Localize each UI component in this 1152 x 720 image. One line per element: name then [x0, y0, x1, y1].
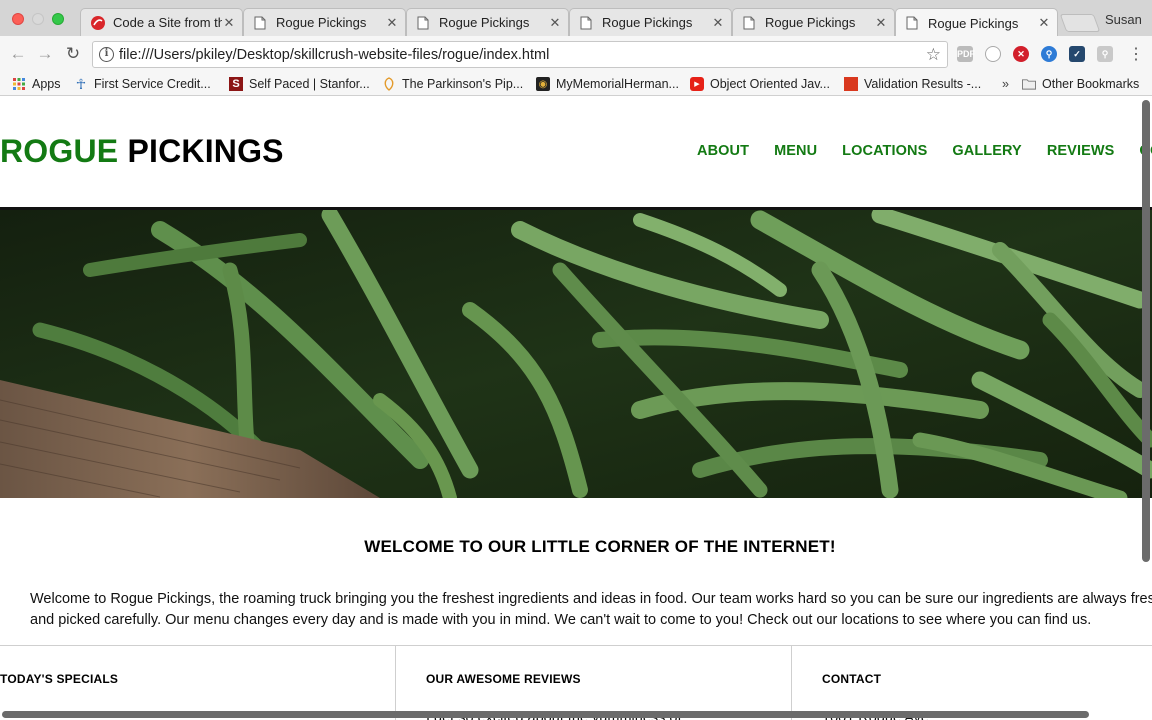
bookmark-label: Apps — [32, 77, 61, 91]
close-tab-icon[interactable]: ✕ — [548, 15, 562, 31]
bookmark-validation[interactable]: Validation Results -... — [844, 75, 981, 93]
site-navigation: ABOUT MENU LOCATIONS GALLERY REVIEWS CON… — [697, 143, 1152, 159]
youtube-icon: ▶ — [690, 77, 704, 91]
back-icon[interactable]: ← — [8, 44, 28, 64]
close-window-button[interactable] — [12, 13, 24, 25]
skillcrush-icon — [91, 15, 105, 30]
logo-rogue: ROGUE — [0, 133, 119, 169]
close-tab-icon[interactable]: ✕ — [222, 15, 236, 31]
tab-title: Rogue Pickings — [602, 15, 693, 30]
info-icon[interactable]: i — [99, 47, 114, 62]
bookmarks-overflow-button[interactable]: » — [1002, 75, 1009, 93]
tab-rogue-pickings-active[interactable]: Rogue Pickings ✕ — [895, 8, 1058, 37]
bookmark-apps[interactable]: Apps — [12, 75, 61, 93]
page-icon — [580, 16, 594, 30]
new-tab-button[interactable] — [1059, 14, 1101, 32]
zoom-ext-icon[interactable]: ⚲ — [1097, 46, 1113, 62]
bookmark-parkinsons[interactable]: The Parkinson's Pip... — [382, 75, 523, 93]
specials-heading: TODAY'S SPECIALS — [0, 672, 119, 686]
tab-title: Rogue Pickings — [276, 15, 367, 30]
bookmark-label: MyMemorialHerman... — [556, 77, 679, 91]
close-tab-icon[interactable]: ✕ — [874, 15, 888, 31]
page-icon — [743, 16, 757, 30]
bookmark-first-service[interactable]: ☥ First Service Credit... — [74, 75, 211, 93]
forward-icon[interactable]: → — [35, 44, 55, 64]
memorial-icon: ◉ — [536, 77, 550, 91]
bookmark-label: The Parkinson's Pip... — [402, 77, 524, 91]
tab-rogue-pickings[interactable]: Rogue Pickings ✕ — [732, 8, 895, 36]
browser-menu-icon[interactable]: ⋮ — [1128, 44, 1144, 64]
profile-name[interactable]: Susan — [1105, 12, 1142, 27]
address-bar[interactable]: i ☆ — [92, 41, 948, 68]
nav-menu[interactable]: MENU — [774, 143, 817, 159]
bookmark-label: Object Oriented Jav... — [710, 77, 830, 91]
contact-column: CONTACT 1001 Rogue Ave — [791, 646, 1152, 720]
circle-icon[interactable] — [985, 46, 1001, 62]
vertical-scrollbar[interactable] — [1142, 100, 1150, 562]
close-tab-icon[interactable]: ✕ — [711, 15, 725, 31]
validation-icon — [844, 77, 858, 91]
logo-pickings: PICKINGS — [127, 133, 284, 169]
tab-title: Rogue Pickings — [439, 15, 530, 30]
pdf-icon[interactable]: PDF — [957, 46, 975, 62]
bookmark-label: Self Paced | Stanfor... — [249, 77, 370, 91]
tab-code-a-site[interactable]: Code a Site from th ✕ — [80, 8, 243, 36]
bookmark-object-oriented[interactable]: ▶ Object Oriented Jav... — [690, 75, 830, 93]
hero-image-green-beans — [0, 207, 1152, 498]
tab-strip: Code a Site from th ✕ Rogue Pickings ✕ R… — [0, 0, 1152, 37]
reviews-heading: OUR AWESOME REVIEWS — [426, 672, 581, 686]
check-ext-icon[interactable]: ✓ — [1069, 46, 1085, 62]
zoom-window-button[interactable] — [52, 13, 64, 25]
bookmark-stanford[interactable]: S Self Paced | Stanfor... — [229, 75, 370, 93]
browser-toolbar: ← → ↻ i ☆ PDF ✕ ⚲ ✓ ⚲ ⋮ — [0, 36, 1152, 73]
minimize-window-button[interactable] — [32, 13, 44, 25]
reviews-column: OUR AWESOME REVIEWS I get so excited abo… — [395, 646, 791, 720]
apps-grid-icon — [12, 77, 26, 91]
tulip-icon — [382, 77, 396, 91]
stanford-icon: S — [229, 77, 243, 91]
nav-locations[interactable]: LOCATIONS — [842, 143, 927, 159]
tab-title: Rogue Pickings — [928, 15, 1019, 31]
person-icon: ☥ — [75, 75, 87, 92]
page-icon — [417, 16, 431, 30]
folder-icon — [1022, 77, 1036, 91]
contact-heading: CONTACT — [822, 672, 882, 686]
horizontal-scrollbar[interactable] — [2, 711, 1089, 718]
specials-column: TODAY'S SPECIALS — [0, 646, 395, 720]
close-tab-icon[interactable]: ✕ — [385, 15, 399, 31]
adblock-icon[interactable]: ✕ — [1013, 46, 1029, 62]
info-columns: TODAY'S SPECIALS OUR AWESOME REVIEWS I g… — [0, 645, 1152, 720]
tab-rogue-pickings[interactable]: Rogue Pickings ✕ — [406, 8, 569, 36]
bookmark-memorial-hermann[interactable]: ◉ MyMemorialHerman... — [536, 75, 679, 93]
close-tab-icon[interactable]: ✕ — [1037, 15, 1051, 31]
bookmark-label: First Service Credit... — [94, 77, 211, 91]
bookmarks-bar: Apps ☥ First Service Credit... S Self Pa… — [0, 73, 1152, 96]
welcome-heading: WELCOME TO OUR LITTLE CORNER OF THE INTE… — [364, 537, 836, 556]
other-bookmarks[interactable]: Other Bookmarks — [1022, 75, 1139, 93]
site-logo[interactable]: ROGUE PICKINGS — [0, 133, 284, 170]
tab-rogue-pickings[interactable]: Rogue Pickings ✕ — [243, 8, 406, 36]
nav-reviews[interactable]: REVIEWS — [1047, 143, 1115, 159]
tab-title: Rogue Pickings — [765, 15, 856, 30]
bookmark-label: Validation Results -... — [864, 77, 982, 91]
page-icon — [254, 16, 268, 30]
bookmark-label: Other Bookmarks — [1042, 77, 1140, 91]
search-ext-icon[interactable]: ⚲ — [1041, 46, 1057, 62]
page-viewport: ROGUE PICKINGS ABOUT MENU LOCATIONS GALL… — [0, 97, 1152, 720]
bookmark-star-icon[interactable]: ☆ — [926, 45, 941, 65]
reload-icon[interactable]: ↻ — [63, 44, 83, 64]
url-input[interactable] — [119, 45, 919, 65]
nav-gallery[interactable]: GALLERY — [952, 143, 1021, 159]
nav-about[interactable]: ABOUT — [697, 143, 749, 159]
tab-rogue-pickings[interactable]: Rogue Pickings ✕ — [569, 8, 732, 36]
page-icon — [906, 16, 920, 30]
welcome-paragraph: Welcome to Rogue Pickings, the roaming t… — [30, 591, 1152, 628]
tab-title: Code a Site from th — [113, 15, 222, 30]
